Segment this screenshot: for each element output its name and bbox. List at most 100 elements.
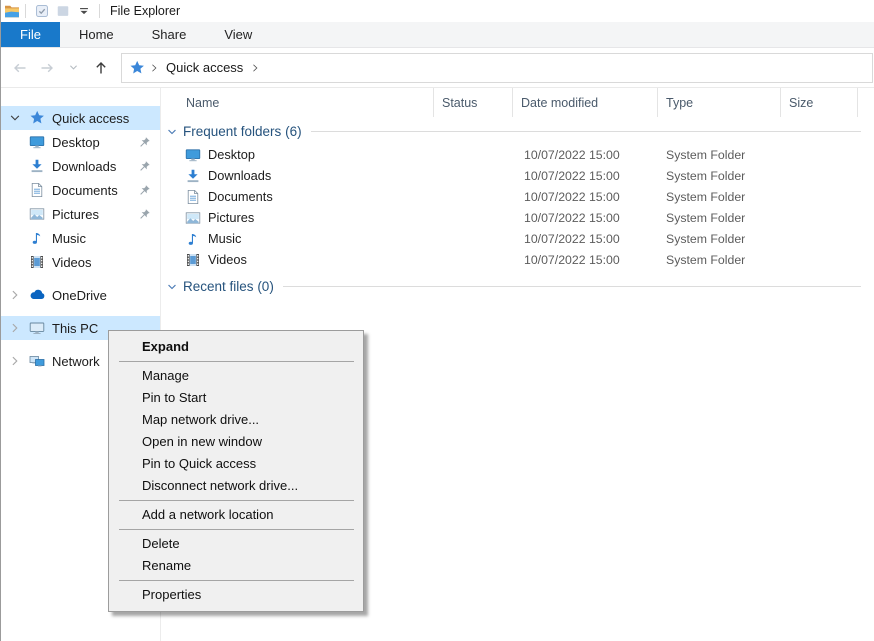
new-folder-icon	[56, 4, 70, 18]
column-header-date-modified[interactable]: Date modified	[513, 88, 658, 117]
tab-home[interactable]: Home	[60, 22, 133, 47]
menu-separator	[119, 500, 354, 501]
column-header-size[interactable]: Size	[781, 88, 858, 117]
breadcrumb-chevron-icon[interactable]	[250, 63, 260, 73]
sidebar-item-onedrive[interactable]: OneDrive	[1, 283, 160, 307]
onedrive-icon	[29, 287, 45, 303]
downloads-icon	[29, 158, 45, 174]
titlebar: File Explorer	[1, 0, 874, 22]
titlebar-separator	[99, 4, 100, 18]
menu-item-open-in-new-window[interactable]: Open in new window	[109, 431, 363, 453]
sidebar-item-quick-access[interactable]: Quick access	[1, 106, 160, 130]
documents-icon	[29, 182, 45, 198]
network-icon	[29, 353, 45, 369]
file-row-documents[interactable]: Documents 10/07/2022 15:00 System Folder	[161, 186, 874, 207]
group-label: Recent files	[183, 279, 254, 294]
music-icon	[185, 231, 201, 247]
file-row-pictures[interactable]: Pictures 10/07/2022 15:00 System Folder	[161, 207, 874, 228]
file-row-videos[interactable]: Videos 10/07/2022 15:00 System Folder	[161, 249, 874, 270]
quick-access-star-icon	[129, 60, 145, 76]
menu-separator	[119, 361, 354, 362]
menu-separator	[119, 580, 354, 581]
forward-arrow-icon	[39, 60, 55, 76]
breadcrumb[interactable]: Quick access	[163, 60, 246, 75]
qat-properties-button[interactable]	[31, 2, 52, 21]
breadcrumb-chevron-icon[interactable]	[149, 63, 159, 73]
properties-check-icon	[35, 4, 49, 18]
group-rule	[311, 131, 861, 132]
forward-button[interactable]	[33, 55, 60, 81]
qat-new-folder-button[interactable]	[52, 2, 73, 21]
recent-locations-button[interactable]	[60, 55, 87, 81]
this-pc-icon	[29, 320, 45, 336]
sidebar-item-pictures[interactable]: Pictures	[1, 202, 160, 226]
group-chevron-icon[interactable]	[166, 281, 178, 293]
desktop-icon	[29, 134, 45, 150]
qat-customize-button[interactable]	[73, 2, 94, 21]
tree-chevron-down-icon[interactable]	[8, 111, 22, 125]
pin-icon	[138, 184, 151, 197]
sidebar-item-music[interactable]: Music	[1, 226, 160, 250]
navigation-toolbar: Quick access	[1, 48, 874, 88]
tree-chevron-right-icon[interactable]	[8, 288, 22, 302]
column-headers: NameStatusDate modifiedTypeSize	[161, 88, 874, 117]
back-button[interactable]	[6, 55, 33, 81]
pin-icon	[138, 208, 151, 221]
file-explorer-window: File Explorer FileHomeShareView Quick ac…	[0, 0, 874, 641]
pin-icon	[138, 160, 151, 173]
menu-item-manage[interactable]: Manage	[109, 365, 363, 387]
group-header-frequent-folders[interactable]: Frequent folders (6)	[166, 124, 861, 139]
tab-share[interactable]: Share	[133, 22, 206, 47]
menu-item-map-network-drive[interactable]: Map network drive...	[109, 409, 363, 431]
window-title: File Explorer	[110, 4, 180, 18]
menu-item-pin-to-quick-access[interactable]: Pin to Quick access	[109, 453, 363, 475]
tab-view[interactable]: View	[205, 22, 271, 47]
column-header-name[interactable]: Name	[161, 88, 434, 117]
tab-file[interactable]: File	[1, 22, 60, 47]
group-rule	[283, 286, 861, 287]
sidebar-item-videos[interactable]: Videos	[1, 250, 160, 274]
toolbar-dropdown-icon	[77, 4, 91, 18]
pictures-icon	[185, 210, 201, 226]
group-count: (0)	[257, 279, 274, 294]
pictures-icon	[29, 206, 45, 222]
pin-icon	[138, 136, 151, 149]
sidebar-item-desktop[interactable]: Desktop	[1, 130, 160, 154]
tree-chevron-right-icon[interactable]	[8, 321, 22, 335]
address-bar[interactable]: Quick access	[121, 53, 873, 83]
group-chevron-icon[interactable]	[166, 126, 178, 138]
music-icon	[29, 230, 45, 246]
column-header-status[interactable]: Status	[434, 88, 513, 117]
group-label: Frequent folders	[183, 124, 281, 139]
nav-buttons	[1, 55, 114, 81]
group-header-recent-files[interactable]: Recent files (0)	[166, 279, 861, 294]
file-row-downloads[interactable]: Downloads 10/07/2022 15:00 System Folder	[161, 165, 874, 186]
menu-item-add-a-network-location[interactable]: Add a network location	[109, 504, 363, 526]
small-chevron-down-icon	[68, 62, 79, 73]
quick-access-star-icon	[29, 110, 45, 126]
file-row-music[interactable]: Music 10/07/2022 15:00 System Folder	[161, 228, 874, 249]
videos-icon	[29, 254, 45, 270]
menu-separator	[119, 529, 354, 530]
context-menu: Expand ManagePin to StartMap network driv…	[108, 330, 364, 612]
menu-item-expand[interactable]: Expand	[109, 336, 363, 358]
frequent-folders-list: Desktop 10/07/2022 15:00 System Folder D…	[161, 144, 874, 270]
documents-icon	[185, 189, 201, 205]
file-explorer-app-icon	[4, 3, 20, 19]
menu-item-rename[interactable]: Rename	[109, 555, 363, 577]
menu-item-disconnect-network-drive[interactable]: Disconnect network drive...	[109, 475, 363, 497]
videos-icon	[185, 252, 201, 268]
file-row-desktop[interactable]: Desktop 10/07/2022 15:00 System Folder	[161, 144, 874, 165]
desktop-icon	[185, 147, 201, 163]
menu-item-pin-to-start[interactable]: Pin to Start	[109, 387, 363, 409]
tree-chevron-right-icon[interactable]	[8, 354, 22, 368]
column-header-type[interactable]: Type	[658, 88, 781, 117]
menu-item-delete[interactable]: Delete	[109, 533, 363, 555]
sidebar-item-documents[interactable]: Documents	[1, 178, 160, 202]
up-button[interactable]	[87, 55, 114, 81]
menu-item-properties[interactable]: Properties	[109, 584, 363, 606]
group-count: (6)	[285, 124, 302, 139]
quick-access-toolbar	[31, 2, 94, 21]
titlebar-separator	[25, 4, 26, 18]
sidebar-item-downloads[interactable]: Downloads	[1, 154, 160, 178]
